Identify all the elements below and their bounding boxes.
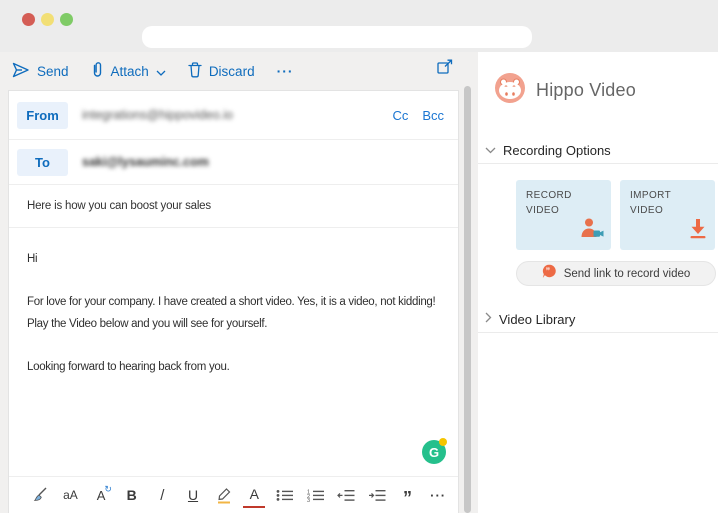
paperclip-icon: [91, 61, 104, 81]
quote-icon[interactable]: ”: [397, 487, 419, 510]
import-video-card[interactable]: IMPORT VIDEO: [620, 180, 715, 250]
body-paragraph: For love for your company. I have create…: [27, 291, 454, 335]
font-size-icon[interactable]: A ↻: [90, 484, 112, 507]
compose-card: From integrations@hippovideo.io Cc Bcc T…: [8, 90, 459, 513]
trash-icon: [188, 62, 202, 81]
body-closing: Looking forward to hearing back from you…: [27, 356, 454, 378]
recording-option-cards: RECORD VIDEO IMPORT VIDEO: [516, 180, 715, 250]
bcc-link[interactable]: Bcc: [422, 108, 444, 123]
highlight-icon[interactable]: [213, 484, 235, 507]
record-person-camera-icon: [578, 217, 604, 244]
font-icon[interactable]: aA: [60, 484, 82, 507]
window-controls: [22, 13, 73, 26]
record-video-card[interactable]: RECORD VIDEO: [516, 180, 611, 250]
format-more-icon[interactable]: ···: [427, 484, 449, 507]
compose-toolbar: Send Attach Discard ···: [0, 52, 460, 90]
browser-titlebar: [0, 0, 718, 52]
to-row: To saki@lysauminc.com: [9, 140, 458, 185]
import-download-icon: [688, 218, 708, 244]
to-button[interactable]: To: [17, 149, 68, 176]
cc-link[interactable]: Cc: [392, 108, 408, 123]
grammarly-notification-dot: [439, 438, 447, 446]
from-row: From integrations@hippovideo.io Cc Bcc: [9, 91, 458, 140]
increase-indent-icon[interactable]: [366, 484, 388, 507]
toolbar-more-button[interactable]: ···: [277, 63, 294, 79]
vertical-scrollbar[interactable]: [464, 86, 471, 513]
section-divider: [478, 332, 718, 333]
import-video-label: IMPORT VIDEO: [630, 188, 671, 218]
font-color-icon[interactable]: A: [243, 483, 265, 508]
video-library-label: Video Library: [499, 312, 575, 327]
formatting-toolbar: aA A ↻ B / U A 123: [9, 477, 458, 513]
speech-bubble-icon: ”: [542, 264, 557, 284]
address-bar-input[interactable]: [142, 26, 532, 48]
close-window-button[interactable]: [22, 13, 35, 26]
underline-icon[interactable]: U: [182, 484, 204, 507]
recording-options-label: Recording Options: [503, 143, 611, 158]
chevron-right-icon: [485, 310, 492, 328]
from-button[interactable]: From: [17, 102, 68, 129]
send-icon: [12, 62, 30, 81]
body-greeting: Hi: [27, 248, 454, 270]
italic-icon[interactable]: /: [152, 484, 174, 507]
hippo-video-logo-icon: [495, 73, 525, 108]
section-divider: [478, 163, 718, 164]
app-title: Hippo Video: [536, 80, 636, 101]
grammarly-button[interactable]: G: [422, 440, 446, 464]
numbered-list-icon[interactable]: 123: [305, 484, 327, 507]
from-address[interactable]: integrations@hippovideo.io: [82, 108, 233, 122]
recording-options-header[interactable]: Recording Options: [485, 141, 611, 159]
discard-button[interactable]: Discard: [188, 62, 255, 81]
minimize-window-button[interactable]: [41, 13, 54, 26]
send-link-to-record-button[interactable]: ” Send link to record video: [516, 261, 716, 286]
app-header: Hippo Video: [495, 73, 636, 108]
open-in-new-window-button[interactable]: [437, 59, 453, 79]
cc-bcc-group: Cc Bcc: [392, 108, 444, 123]
record-video-label: RECORD VIDEO: [526, 188, 572, 218]
hippo-video-panel: Hippo Video Recording Options RECORD VID…: [478, 52, 718, 513]
decrease-indent-icon[interactable]: [335, 484, 357, 507]
grammarly-icon: G: [429, 445, 439, 460]
attach-label: Attach: [111, 64, 149, 79]
message-body-editor[interactable]: Hi For love for your company. I have cre…: [9, 228, 458, 477]
bullet-list-icon[interactable]: [274, 484, 296, 507]
attach-button[interactable]: Attach: [91, 61, 166, 81]
format-painter-icon[interactable]: [29, 484, 51, 507]
svg-text:”: ”: [545, 266, 550, 276]
video-library-header[interactable]: Video Library: [485, 310, 575, 328]
chevron-down-icon: [156, 64, 166, 79]
send-link-label: Send link to record video: [564, 268, 691, 280]
email-compose-pane: Send Attach Discard ···: [0, 52, 478, 513]
chevron-down-icon: [485, 141, 496, 159]
maximize-window-button[interactable]: [60, 13, 73, 26]
send-button[interactable]: Send: [12, 62, 69, 81]
bold-icon[interactable]: B: [121, 484, 143, 507]
subject-input[interactable]: Here is how you can boost your sales: [9, 185, 458, 228]
app-window: Send Attach Discard ···: [0, 0, 718, 513]
to-address[interactable]: saki@lysauminc.com: [82, 155, 209, 169]
svg-text:3: 3: [307, 498, 310, 502]
discard-label: Discard: [209, 64, 255, 79]
font-size-badge: ↻: [104, 485, 112, 494]
send-label: Send: [37, 64, 69, 79]
